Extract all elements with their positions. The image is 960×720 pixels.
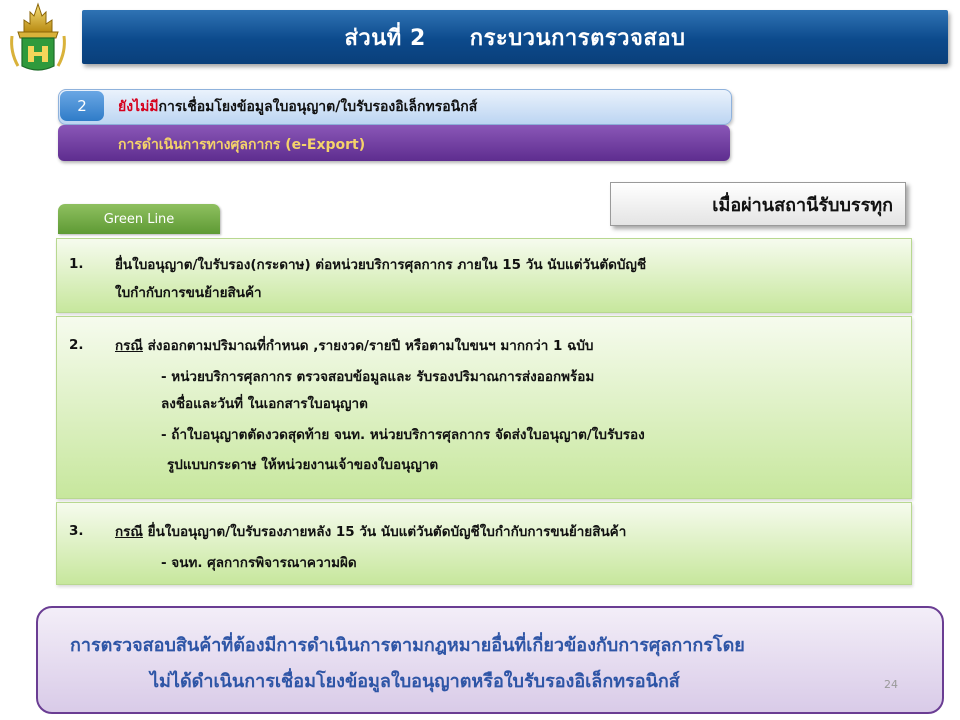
customs-procedure-text: การดำเนินการทางศุลกากร (e-Export) xyxy=(118,137,366,153)
summary-note-line2: ไม่ได้ดำเนินการเชื่อมโยงข้อมูลใบอนุญาตหร… xyxy=(150,671,680,692)
summary-note-line1: การตรวจสอบสินค้าที่ต้องมีการดำเนินการตาม… xyxy=(70,635,745,656)
item-text-cont: ใบกำกับการขนย้ายสินค้า xyxy=(115,285,262,301)
sub-point: - ถ้าใบอนุญาตตัดงวดสุดท้าย จนท. หน่วยบริ… xyxy=(161,427,645,443)
page-number: 24 xyxy=(884,678,898,691)
customs-emblem-icon xyxy=(8,2,68,76)
sub-point: - จนท. ศุลกากรพิจารณาความผิด xyxy=(161,555,357,571)
subtitle-body: การเชื่อมโยงข้อมูลใบอนุญาต/ใบรับรองอิเล็… xyxy=(158,99,478,115)
subtitle-text: ยังไม่มีการเชื่อมโยงข้อมูลใบอนุญาต/ใบรับ… xyxy=(118,96,477,118)
green-line-tab: Green Line xyxy=(58,204,220,234)
summary-note-box: การตรวจสอบสินค้าที่ต้องมีการดำเนินการตาม… xyxy=(36,606,944,714)
title-topic: กระบวนการตรวจสอบ xyxy=(469,25,686,51)
list-item: 1. ยื่นใบอนุญาต/ใบรับรอง(กระดาษ) ต่อหน่ว… xyxy=(56,238,912,313)
case-label: กรณี xyxy=(115,524,143,540)
list-item: 3. กรณี ยื่นใบอนุญาต/ใบรับรองภายหลัง 15 … xyxy=(56,502,912,585)
sub-point: - หน่วยบริการศุลกากร ตรวจสอบข้อมูลและ รั… xyxy=(161,369,595,385)
title-bar: ส่วนที่ 2 กระบวนการตรวจสอบ xyxy=(82,10,948,64)
item-heading-text: ส่งออกตามปริมาณที่กำหนด ,รายงวด/รายปี หร… xyxy=(142,338,594,354)
item-number: 2. xyxy=(69,337,84,353)
subtitle-number-badge: 2 xyxy=(60,91,104,121)
sub-point-cont: ลงชื่อและวันที่ ในเอกสารใบอนุญาต xyxy=(161,396,368,412)
item-heading: กรณี ยื่นใบอนุญาต/ใบรับรองภายหลัง 15 วัน… xyxy=(115,520,626,542)
item-text: ยื่นใบอนุญาต/ใบรับรอง(กระดาษ) ต่อหน่วยบร… xyxy=(115,257,647,273)
sub-point-cont: รูปแบบกระดาษ ให้หน่วยงานเจ้าของใบอนุญาต xyxy=(167,457,439,473)
item-heading-text: ยื่นใบอนุญาต/ใบรับรองภายหลัง 15 วัน นับแ… xyxy=(142,524,627,540)
item-number: 1. xyxy=(69,256,84,272)
item-number: 3. xyxy=(69,523,84,539)
checkpoint-text: เมื่อผ่านสถานีรับบรรทุก xyxy=(712,194,893,216)
title-part: ส่วนที่ 2 xyxy=(344,25,426,51)
item-heading: กรณี ส่งออกตามปริมาณที่กำหนด ,รายงวด/ราย… xyxy=(115,334,593,356)
checkpoint-box: เมื่อผ่านสถานีรับบรรทุก xyxy=(610,182,906,226)
subtitle-highlight: ยังไม่มี xyxy=(118,99,159,115)
green-line-label: Green Line xyxy=(103,211,175,227)
list-item: 2. กรณี ส่งออกตามปริมาณที่กำหนด ,รายงวด/… xyxy=(56,316,912,499)
case-label: กรณี xyxy=(115,338,143,354)
